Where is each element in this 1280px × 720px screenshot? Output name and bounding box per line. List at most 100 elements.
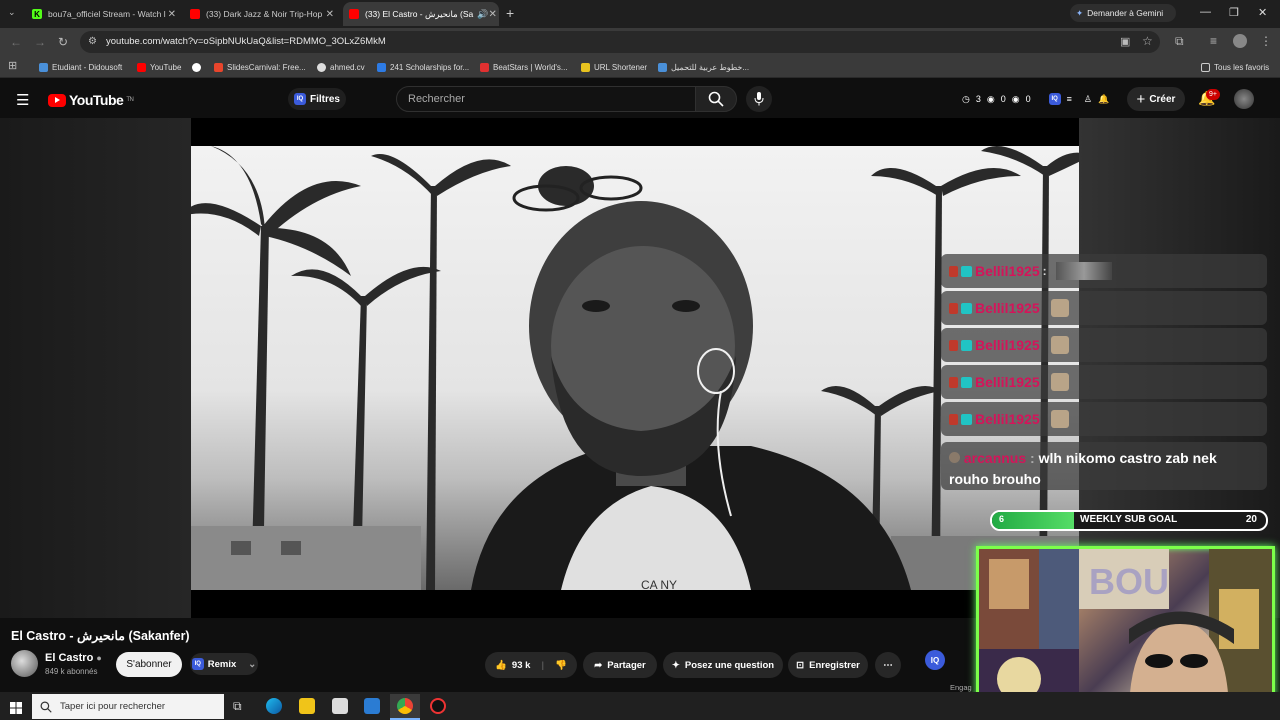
bookmark-blank[interactable] [192,60,205,74]
chat-message: Bellil1925 [941,291,1267,325]
remix-button[interactable]: IQ Remix ⌄ [190,653,258,675]
chrome-taskbar-item[interactable] [390,694,420,720]
bookmark-star-icon[interactable]: ☆ [1142,34,1153,48]
save-button[interactable]: ⊡ Enregistrer [788,652,868,678]
restore-icon[interactable]: ❐ [1229,6,1239,19]
bookmark-label: 241 Scholarships for... [390,62,470,72]
obs-icon[interactable] [430,698,446,714]
bookmark-beatstars[interactable]: BeatStars | World's... [480,60,568,74]
search-icon [708,91,724,107]
apps-grid-icon[interactable]: ⊞ [8,59,17,72]
person-icon[interactable]: ♙ [1084,94,1092,105]
voice-search-button[interactable] [746,86,772,112]
ask-question-button[interactable]: ✦ Posez une question [663,652,783,678]
speaker-icon[interactable]: 🔊 [477,9,488,20]
goal-current: 6 [999,514,1005,524]
minimize-icon[interactable]: — [1200,6,1211,18]
channel-name-label: El Castro [45,652,94,664]
share-icon: ➦ [594,659,603,671]
account-avatar[interactable] [1234,89,1254,109]
badge-icon [961,376,972,388]
search-input[interactable]: Rechercher [396,86,696,112]
youtube-play-icon [48,93,66,107]
list-icon[interactable]: ≡ [1067,94,1072,104]
close-icon[interactable]: ✕ [326,9,334,20]
profile-icon[interactable] [1233,34,1247,48]
url-text[interactable]: youtube.com/watch?v=oSipbNUkUaQ&list=RDM… [106,36,386,47]
share-button[interactable]: ➦ Partager [583,652,657,678]
gemini-button[interactable]: ✦ Demander à Gemini [1070,4,1176,22]
bookmark-icon [658,62,667,72]
chevron-down-icon[interactable]: ⌄ [248,659,256,670]
chat-message: Bellil1925 : [941,254,1267,288]
svg-text:BOU: BOU [1089,561,1169,602]
task-view-icon[interactable]: ⧉ [233,699,242,714]
install-app-icon[interactable]: ▣ [1120,35,1130,48]
media-control-icon[interactable]: ≡ [1210,34,1217,48]
file-explorer-icon[interactable] [299,698,315,714]
mail-icon[interactable] [364,698,380,714]
eye-icon: ◉ [986,93,995,104]
more-actions-button[interactable]: ⋯ [875,652,901,678]
subscribe-button[interactable]: S'abonner [116,652,182,677]
video-title: El Castro - مانحيرش (Sakanfer) [11,629,190,643]
forward-icon[interactable]: → [34,35,46,49]
close-icon[interactable]: ✕ [168,9,176,20]
extensions-icon[interactable]: ⧉ [1175,34,1184,49]
site-info-icon[interactable]: ⚙ [88,36,97,47]
dislike-icon[interactable]: 👎 [555,660,567,671]
tab-stream[interactable]: K bou7a_officiel Stream - Watch l ✕ [26,2,182,26]
youtube-icon [190,9,200,19]
menu-icon[interactable]: ⋮ [1260,34,1272,48]
back-icon[interactable]: ← [10,35,22,49]
filters-button[interactable]: IQ Filtres [288,88,346,110]
all-bookmarks[interactable]: Tous les favoris [1201,60,1269,74]
store-icon[interactable] [332,698,348,714]
iq-icon[interactable]: IQ [1048,93,1061,105]
edge-icon[interactable] [266,698,282,714]
hamburger-menu-icon[interactable]: ☰ [16,91,29,109]
subscriber-count: 849 k abonnés [45,667,98,676]
emote-image [1050,373,1069,391]
reload-icon[interactable]: ↻ [58,35,68,49]
taskbar-search[interactable]: Taper ici pour rechercher [32,694,224,719]
bookmark-arabic-fonts[interactable]: خطوط عربية للتحميل... [658,60,749,74]
notification-off-icon[interactable]: 🔔 [1098,94,1109,105]
iq-icon: IQ [191,658,204,670]
gemini-label: Demander à Gemini [1087,8,1164,18]
tab-dark-jazz[interactable]: (33) Dark Jazz & Noir Trip-Hop ✕ [184,2,340,26]
badge-icon [961,265,972,277]
youtube-logo[interactable]: YouTube TN [48,92,134,108]
youtube-icon [137,62,146,72]
like-count[interactable]: 93 k [512,660,531,671]
badge-icon [961,413,972,425]
bookmark-didousoft[interactable]: Etudiant - Didousoft [39,60,122,74]
create-button[interactable]: + Créer [1127,87,1185,111]
tab-list-icon[interactable]: ⌄ [8,7,16,18]
bookmark-label: BeatStars | World's... [493,62,568,72]
webcam-still: BOU [979,549,1272,716]
emote-image [1055,262,1112,280]
windows-start-icon[interactable] [10,701,22,719]
channel-avatar[interactable] [11,650,38,677]
country-code: TN [126,97,134,103]
iq-side-button[interactable]: IQ [925,650,945,670]
emote-image [1050,299,1069,317]
channel-name[interactable]: El Castro ● [45,652,102,664]
bookmark-scholarships[interactable]: 241 Scholarships for... [377,60,469,74]
badge-icon [949,302,958,314]
ask-label: Posez une question [684,659,775,671]
new-tab-button[interactable]: + [506,5,514,21]
close-icon[interactable]: ✕ [488,9,496,20]
bookmark-url-shortener[interactable]: URL Shortener [581,60,647,74]
chat-user: arcannus [963,450,1027,466]
bookmark-youtube[interactable]: YouTube [137,60,181,74]
chat-message: Bellil1925 [941,328,1267,362]
bookmark-ahmed-cv[interactable]: ahmed.cv [317,60,365,74]
tab-el-castro[interactable]: (33) El Castro - مانحيرش (Sa 🔊 ✕ [343,2,499,26]
search-button[interactable] [695,86,737,112]
bookmark-slidescarnival[interactable]: SlidesCarnival: Free... [214,60,306,74]
eye-icon: ◉ [1011,93,1020,104]
close-window-icon[interactable]: ✕ [1258,6,1267,19]
like-icon[interactable]: 👍 [495,660,507,671]
